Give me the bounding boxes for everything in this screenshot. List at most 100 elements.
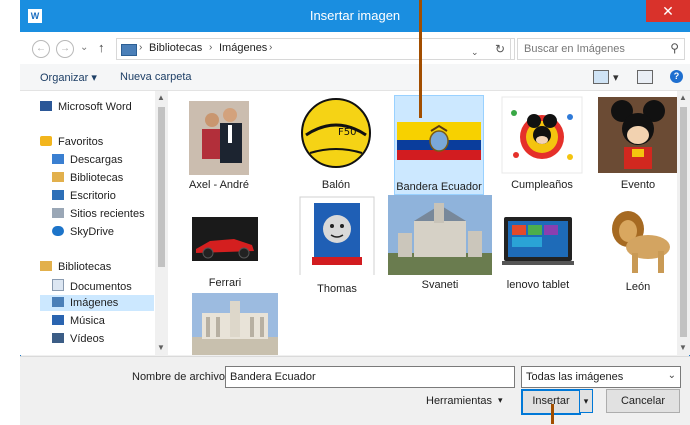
file-tile-svaneti[interactable]: Svaneti [388,195,492,295]
music-icon [52,315,64,325]
scroll-down-icon[interactable]: ▼ [157,343,165,352]
videos-icon [52,333,64,343]
file-tile-monument[interactable] [192,293,278,355]
file-type-select[interactable]: Todas las imágenes ⌄ [521,366,681,388]
preview-pane-icon[interactable] [637,70,653,84]
thomas-train-thumbnail [299,196,375,275]
breadcrumb-separator-icon: › [209,42,213,53]
scroll-up-icon[interactable]: ▲ [157,93,165,102]
search-box[interactable]: Buscar en Imágenes ⚲ [517,38,685,60]
new-folder-button[interactable]: Nueva carpeta [120,71,192,83]
dialog-title: Insertar imagen [309,8,401,23]
file-label: Cumpleaños [511,179,573,191]
annotation-line-bottom [551,404,554,424]
dialog-footer: Nombre de archivo: Bandera Ecuador Todas… [20,356,690,425]
title-bar: W Insertar imagen ✕ [20,0,690,32]
tools-dropdown-icon[interactable]: ▾ [498,395,503,406]
cancel-button[interactable]: Cancelar [606,389,680,413]
insert-image-dialog: W Insertar imagen ✕ ← → ⌄ ↑ › Biblioteca… [20,0,690,425]
libraries-icon [40,261,52,271]
address-bar[interactable]: › Bibliotecas › Imágenes › ⌄ [116,38,515,60]
back-button[interactable]: ← [32,40,50,58]
breadcrumb-separator-icon: › [139,42,143,53]
family-photo-thumbnail [189,101,249,175]
filename-field[interactable]: Bandera Ecuador [225,366,515,388]
file-label: Ferrari [208,277,242,289]
sidebar-item-musica[interactable]: Música [52,315,105,327]
search-icon[interactable]: ⚲ [670,41,679,55]
file-list: Axel - André F50 Balón Bandera Ecuador C… [168,91,684,355]
sidebar-item-bibliotecas[interactable]: Bibliotecas [40,261,111,273]
breadcrumb-separator-icon: › [269,42,273,53]
sidebar-item-escritorio[interactable]: Escritorio [52,190,116,202]
file-label: Thomas [317,283,357,295]
soccer-ball-thumbnail: F50 [301,98,371,168]
command-bar: Organizar ▾ Nueva carpeta ▾ ? [20,64,690,91]
file-label: Evento [620,179,656,191]
navigation-pane: Microsoft Word Favoritos Descargas Bibli… [20,91,155,355]
file-type-value: Todas las imágenes [526,371,624,383]
lion-thumbnail [612,211,670,273]
file-label: Bandera Ecuador [396,181,482,193]
sidebar-item-imagenes[interactable]: Imágenes [40,295,154,311]
file-tile-cumpleanos[interactable]: Cumpleaños [500,95,584,195]
libraries-icon [52,172,64,182]
downloads-icon [52,154,64,164]
insert-options-dropdown[interactable]: ▾ [579,389,593,413]
sidebar-item-microsoft-word[interactable]: Microsoft Word [40,101,132,113]
sidebar-item-documentos[interactable]: Documentos [52,279,132,293]
organize-button[interactable]: Organizar ▾ [40,71,97,84]
folder-icon [121,44,137,56]
file-list-scrollbar[interactable]: ▲ ▼ [677,91,690,355]
file-label: León [625,281,651,293]
breadcrumb-bibliotecas[interactable]: Bibliotecas [149,42,202,54]
svg-text:F50: F50 [338,127,356,138]
sidebar-item-skydrive[interactable]: SkyDrive [52,226,114,238]
scroll-up-icon[interactable]: ▲ [679,93,687,102]
documents-icon [52,279,64,291]
sidebar-scroll-thumb[interactable] [158,107,165,267]
file-tile-leon[interactable]: León [598,199,678,295]
address-dropdown-icon[interactable]: ⌄ [471,47,479,58]
annotation-line-top [419,0,422,118]
sidebar-item-sitios-recientes[interactable]: Sitios recientes [52,208,145,220]
file-tile-balon[interactable]: F50 Balón [296,95,376,195]
ecuador-flag-thumbnail [397,122,481,160]
mickey-photo-thumbnail [598,97,678,173]
file-label: lenovo tablet [506,279,570,291]
sidebar-item-videos[interactable]: Vídeos [52,333,104,345]
pictures-icon [52,297,64,307]
search-input[interactable]: Buscar en Imágenes [524,43,625,55]
birthday-mickey-thumbnail [501,96,583,174]
up-button[interactable]: ↑ [98,40,105,55]
file-tile-evento[interactable]: Evento [596,95,680,195]
sidebar-item-bibliotecas-fav[interactable]: Bibliotecas [52,172,123,184]
close-button[interactable]: ✕ [646,0,690,22]
chevron-down-icon: ⌄ [667,370,676,381]
sidebar-scrollbar[interactable]: ▲ ▼ [155,91,168,355]
change-view-icon[interactable] [593,70,609,84]
sidebar-item-descargas[interactable]: Descargas [52,154,123,166]
refresh-button[interactable]: ↻ [490,38,511,60]
monument-thumbnail [192,293,278,355]
breadcrumb-imagenes[interactable]: Imágenes [219,42,267,54]
file-list-scroll-thumb[interactable] [680,107,687,337]
file-tile-axel-andre[interactable]: Axel - André [184,95,254,195]
file-tile-thomas[interactable]: Thomas [298,195,376,299]
recent-icon [52,208,64,218]
file-tile-lenovo-tablet[interactable]: lenovo tablet [500,211,576,295]
tools-button[interactable]: Herramientas [426,395,492,407]
help-icon[interactable]: ? [670,70,683,83]
filename-input[interactable]: Bandera Ecuador [230,371,316,383]
forward-button[interactable]: → [56,40,74,58]
recent-locations-button[interactable]: ⌄ [80,42,88,53]
file-label: Axel - André [189,179,249,191]
navigation-bar: ← → ⌄ ↑ › Bibliotecas › Imágenes › ⌄ ↻ B… [20,32,690,64]
file-tile-bandera-ecuador[interactable]: Bandera Ecuador [394,95,484,195]
word-icon [40,101,52,111]
sidebar-item-favoritos[interactable]: Favoritos [40,136,103,148]
view-dropdown-icon[interactable]: ▾ [613,71,619,84]
desktop-icon [52,190,64,200]
scroll-down-icon[interactable]: ▼ [679,343,687,352]
cloud-icon [52,226,64,236]
